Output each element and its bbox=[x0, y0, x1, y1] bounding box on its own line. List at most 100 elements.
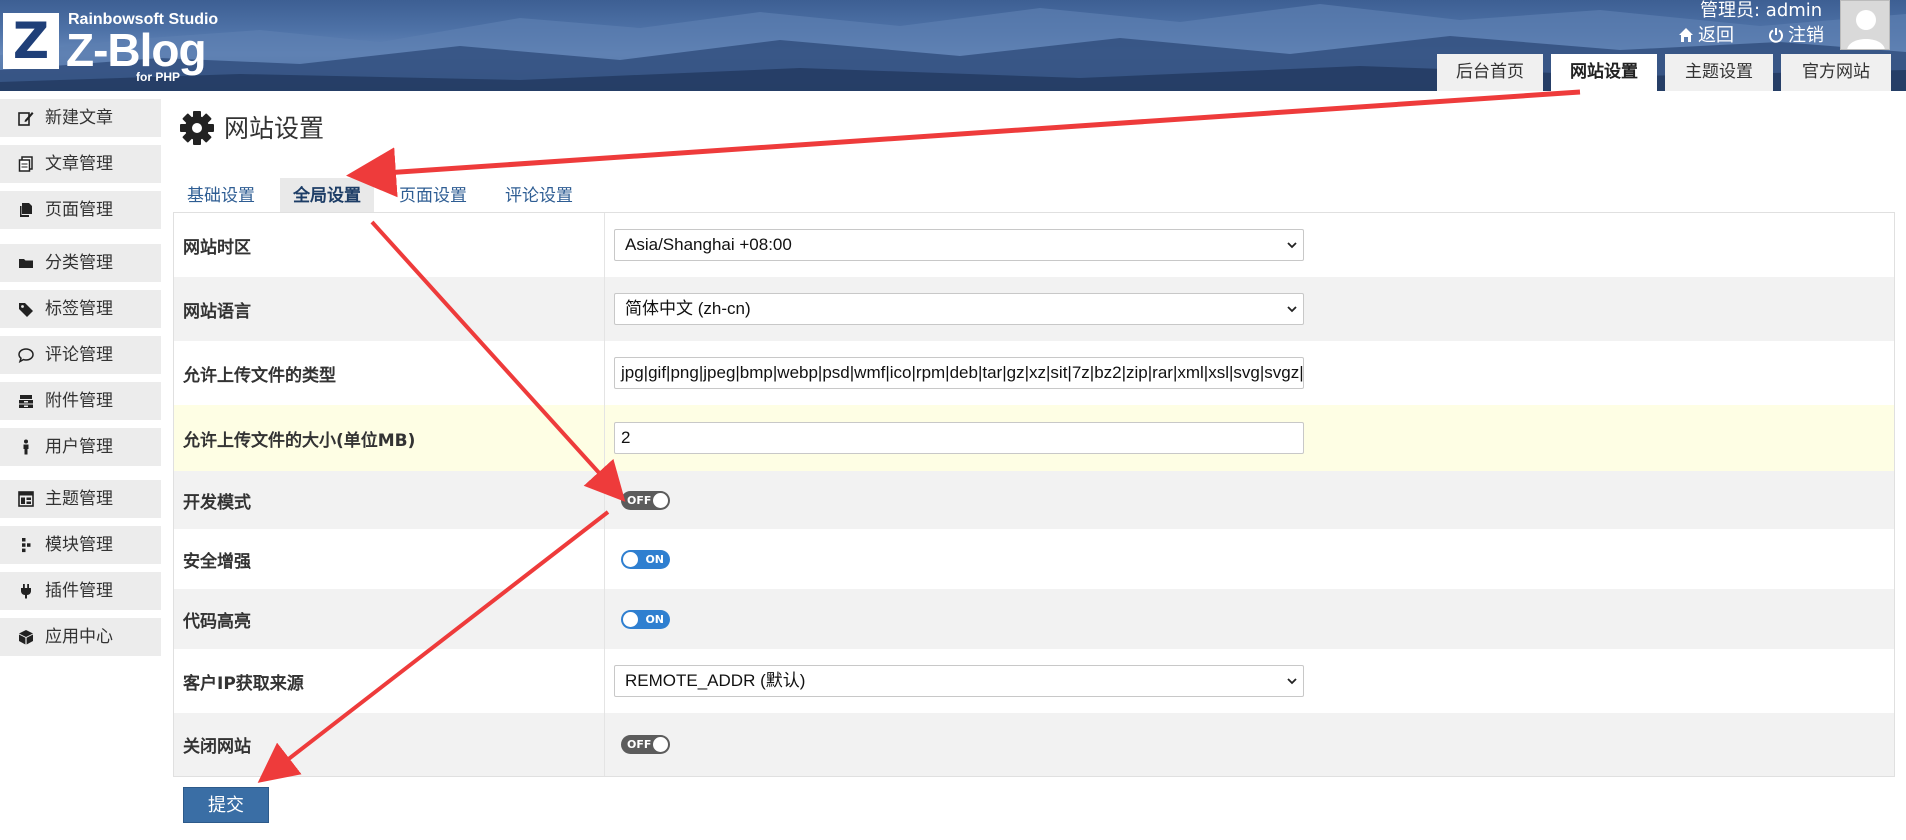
chevron-down-icon bbox=[1287, 242, 1297, 249]
user-avatar-icon bbox=[1847, 10, 1885, 49]
home-icon bbox=[1679, 28, 1693, 42]
timezone-select[interactable]: Asia/Shanghai +08:00 bbox=[614, 229, 1304, 261]
timezone-value: Asia/Shanghai +08:00 bbox=[625, 235, 792, 254]
tab-page-settings[interactable]: 页面设置 bbox=[388, 178, 478, 214]
tab-basic-settings[interactable]: 基础设置 bbox=[176, 178, 266, 214]
dev-mode-toggle[interactable]: OFF bbox=[621, 491, 670, 510]
setting-row-language: 网站语言 简体中文 (zh-cn) bbox=[174, 277, 1894, 341]
toggle-state-text: ON bbox=[645, 613, 664, 626]
sidebar-item-label: 新建文章 bbox=[45, 108, 113, 128]
sidebar-item-label: 文章管理 bbox=[45, 154, 113, 174]
client-ip-value: REMOTE_ADDR (默认) bbox=[625, 671, 806, 690]
sidebar-item-label: 模块管理 bbox=[45, 535, 113, 555]
layout-icon bbox=[18, 491, 34, 507]
setting-row-close-site: 关闭网站 OFF bbox=[174, 713, 1894, 776]
setting-row-code-highlight: 代码高亮 ON bbox=[174, 589, 1894, 649]
copy-icon bbox=[20, 203, 32, 217]
sidebar-item-posts[interactable]: 文章管理 bbox=[0, 145, 161, 183]
back-link-label: 返回 bbox=[1698, 25, 1734, 46]
avatar[interactable] bbox=[1840, 0, 1890, 50]
setting-label: 允许上传文件的大小(单位MB) bbox=[183, 430, 416, 451]
plugin-icon bbox=[21, 584, 31, 599]
edit-icon bbox=[18, 112, 34, 126]
code-highlight-toggle[interactable]: ON bbox=[621, 610, 670, 629]
folder-icon bbox=[19, 259, 33, 268]
security-toggle[interactable]: ON bbox=[621, 550, 670, 569]
tab-global-settings[interactable]: 全局设置 bbox=[280, 178, 374, 214]
zblog-logo[interactable]: Z Rainbowsoft Studio Z-Blog for PHP bbox=[0, 0, 230, 91]
close-site-toggle[interactable]: OFF bbox=[621, 735, 670, 754]
setting-label: 允许上传文件的类型 bbox=[183, 365, 336, 386]
tab-site-settings[interactable]: 网站设置 bbox=[1551, 54, 1657, 91]
tab-official-site[interactable]: 官方网站 bbox=[1781, 54, 1891, 91]
language-value: 简体中文 (zh-cn) bbox=[625, 299, 751, 318]
back-link[interactable]: 返回 bbox=[1678, 25, 1734, 47]
sidebar-item-categories[interactable]: 分类管理 bbox=[0, 244, 161, 282]
sidebar-item-label: 分类管理 bbox=[45, 253, 113, 273]
language-select[interactable]: 简体中文 (zh-cn) bbox=[614, 293, 1304, 325]
module-icon bbox=[22, 538, 31, 553]
tab-comment-settings[interactable]: 评论设置 bbox=[494, 178, 584, 214]
admin-user-label: 管理员: admin bbox=[1700, 0, 1823, 21]
page-title-text: 网站设置 bbox=[224, 114, 325, 143]
settings-table: 网站时区 Asia/Shanghai +08:00 网站语言 简体中文 (zh-… bbox=[173, 212, 1895, 777]
setting-label: 网站语言 bbox=[183, 301, 251, 322]
tag-icon bbox=[19, 303, 33, 317]
sidebar-item-modules[interactable]: 模块管理 bbox=[0, 526, 161, 564]
setting-label: 网站时区 bbox=[183, 237, 251, 258]
sidebar-item-pages[interactable]: 页面管理 bbox=[0, 191, 161, 229]
setting-label: 开发模式 bbox=[183, 492, 251, 513]
logo-suffix-text: for PHP bbox=[136, 70, 181, 84]
sidebar-item-themes[interactable]: 主题管理 bbox=[0, 480, 161, 518]
setting-label: 关闭网站 bbox=[183, 737, 251, 757]
logout-link[interactable]: 注销 bbox=[1768, 25, 1824, 47]
annotation-arrow bbox=[346, 89, 1581, 198]
package-icon bbox=[19, 630, 33, 645]
tab-theme-settings[interactable]: 主题设置 bbox=[1665, 54, 1773, 91]
setting-label: 代码高亮 bbox=[183, 611, 251, 632]
comment-icon bbox=[18, 348, 34, 363]
tab-dashboard[interactable]: 后台首页 bbox=[1437, 54, 1543, 91]
upload-size-input[interactable]: 2 bbox=[614, 422, 1304, 454]
setting-row-dev-mode: 开发模式 OFF bbox=[174, 471, 1894, 529]
gear-icon bbox=[180, 111, 214, 145]
setting-row-upload-types: 允许上传文件的类型 jpg|gif|png|jpeg|bmp|webp|psd|… bbox=[174, 341, 1894, 405]
sidebar-item-label: 用户管理 bbox=[45, 437, 113, 457]
sidebar-item-app-center[interactable]: 应用中心 bbox=[0, 618, 161, 656]
logo-name-text: Z-Blog bbox=[66, 24, 207, 76]
toggle-state-text: ON bbox=[645, 553, 664, 566]
sidebar-item-label: 应用中心 bbox=[45, 627, 113, 647]
sidebar-item-label: 附件管理 bbox=[45, 391, 113, 411]
upload-types-input[interactable]: jpg|gif|png|jpeg|bmp|webp|psd|wmf|ico|rp… bbox=[614, 357, 1304, 389]
sidebar-item-label: 页面管理 bbox=[45, 200, 113, 220]
sidebar-item-users[interactable]: 用户管理 bbox=[0, 428, 161, 466]
sidebar-item-tags[interactable]: 标签管理 bbox=[0, 290, 161, 328]
toggle-state-text: OFF bbox=[627, 738, 652, 751]
top-header: Z Rainbowsoft Studio Z-Blog for PHP 管理员:… bbox=[0, 0, 1906, 91]
attachment-box-icon bbox=[19, 395, 33, 408]
logout-link-label: 注销 bbox=[1788, 25, 1824, 46]
client-ip-select[interactable]: REMOTE_ADDR (默认) bbox=[614, 665, 1304, 697]
setting-label: 安全增强 bbox=[183, 551, 251, 572]
sidebar-item-label: 主题管理 bbox=[45, 489, 113, 509]
setting-row-timezone: 网站时区 Asia/Shanghai +08:00 bbox=[174, 213, 1894, 277]
setting-row-upload-size: 允许上传文件的大小(单位MB) 2 bbox=[174, 405, 1894, 471]
user-icon bbox=[23, 439, 29, 455]
setting-row-client-ip: 客户IP获取来源 REMOTE_ADDR (默认) bbox=[174, 649, 1894, 713]
sidebar-item-label: 评论管理 bbox=[45, 345, 113, 365]
toggle-state-text: OFF bbox=[627, 494, 652, 507]
sidebar-item-label: 插件管理 bbox=[45, 581, 113, 601]
sidebar-item-label: 标签管理 bbox=[45, 299, 113, 319]
documents-icon bbox=[18, 156, 33, 172]
power-icon bbox=[1769, 28, 1783, 43]
setting-label: 客户IP获取来源 bbox=[183, 673, 304, 694]
sidebar-item-new-post[interactable]: 新建文章 bbox=[0, 99, 161, 137]
chevron-down-icon bbox=[1287, 306, 1297, 313]
sidebar-item-comments[interactable]: 评论管理 bbox=[0, 336, 161, 374]
logo-mark: Z bbox=[3, 13, 59, 69]
sidebar-item-attachments[interactable]: 附件管理 bbox=[0, 382, 161, 420]
chevron-down-icon bbox=[1287, 678, 1297, 685]
submit-button[interactable]: 提交 bbox=[183, 787, 269, 823]
setting-row-security: 安全增强 ON bbox=[174, 529, 1894, 589]
sidebar-item-plugins[interactable]: 插件管理 bbox=[0, 572, 161, 610]
